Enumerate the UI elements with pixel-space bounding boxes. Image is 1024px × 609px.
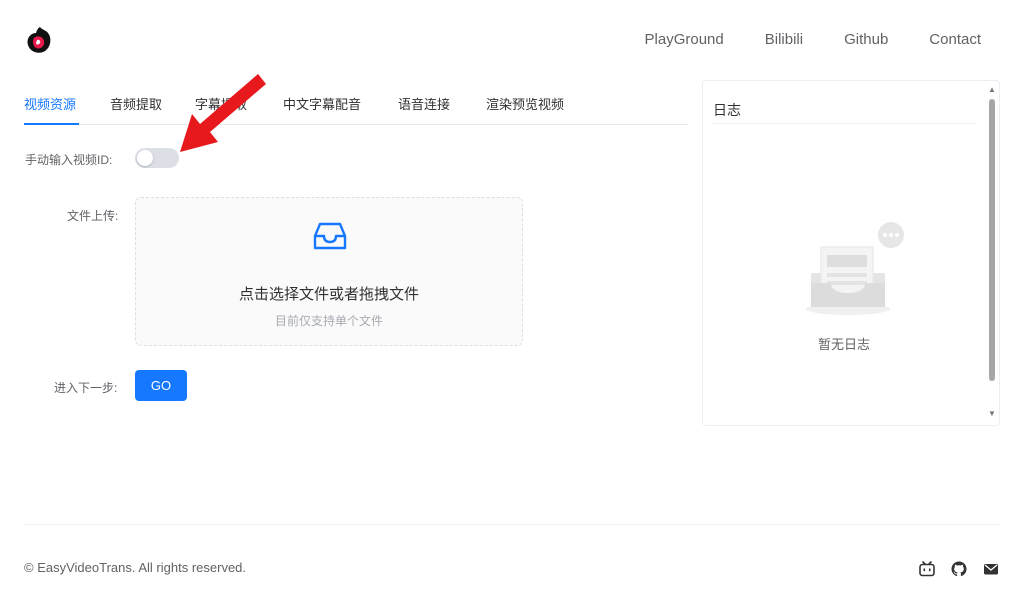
github-icon[interactable] [950, 560, 968, 578]
tab-chinese-dubbing[interactable]: 中文字幕配音 [283, 94, 361, 113]
log-title: 日志 [713, 102, 741, 118]
switch-knob [137, 150, 153, 166]
log-scrollbar[interactable]: ▲ ▼ [987, 85, 997, 419]
file-upload-dropzone[interactable]: 点击选择文件或者拖拽文件 目前仅支持单个文件 [135, 197, 523, 346]
go-button[interactable]: GO [135, 370, 187, 401]
app-logo[interactable] [24, 24, 56, 56]
log-divider [713, 123, 977, 124]
empty-inbox-icon [803, 221, 907, 321]
active-tab-indicator [24, 123, 79, 125]
manual-id-label: 手动输入视频ID: [25, 153, 113, 167]
nav-contact-link[interactable]: Contact [929, 31, 981, 48]
tab-audio-extract[interactable]: 音频提取 [110, 94, 162, 113]
upload-hint: 目前仅支持单个文件 [274, 314, 383, 328]
scroll-thumb[interactable] [989, 99, 995, 381]
next-step-label: 进入下一步: [54, 381, 118, 395]
scroll-down-arrow-icon[interactable]: ▼ [987, 409, 997, 419]
footer-copyright: © EasyVideoTrans. All rights reserved. [24, 560, 247, 575]
step-tabs: 视频资源 音频提取 字幕提取 中文字幕配音 语音连接 渲染预览视频 [24, 80, 688, 125]
top-nav: PlayGround Bilibili Github Contact [645, 31, 981, 48]
footer-divider [24, 524, 1000, 525]
scroll-up-arrow-icon[interactable]: ▲ [987, 85, 997, 95]
nav-bilibili-link[interactable]: Bilibili [765, 31, 803, 48]
upload-text: 点击选择文件或者拖拽文件 [238, 286, 419, 303]
nav-github-link[interactable]: Github [844, 31, 888, 48]
tab-video-source[interactable]: 视频资源 [24, 94, 76, 113]
inbox-icon [312, 218, 348, 254]
log-panel: 日志 暂无日志 ▲ ▼ [702, 80, 1000, 426]
tab-voice-concat[interactable]: 语音连接 [398, 94, 450, 113]
bilibili-icon[interactable] [918, 560, 936, 578]
nav-playground-link[interactable]: PlayGround [645, 31, 724, 48]
annotation-arrow [170, 66, 270, 161]
tab-render-preview[interactable]: 渲染预览视频 [486, 94, 564, 113]
upload-label: 文件上传: [67, 209, 119, 223]
footer-social-links [918, 560, 1000, 578]
log-empty-text: 暂无日志 [817, 337, 870, 352]
mail-icon[interactable] [982, 560, 1000, 578]
